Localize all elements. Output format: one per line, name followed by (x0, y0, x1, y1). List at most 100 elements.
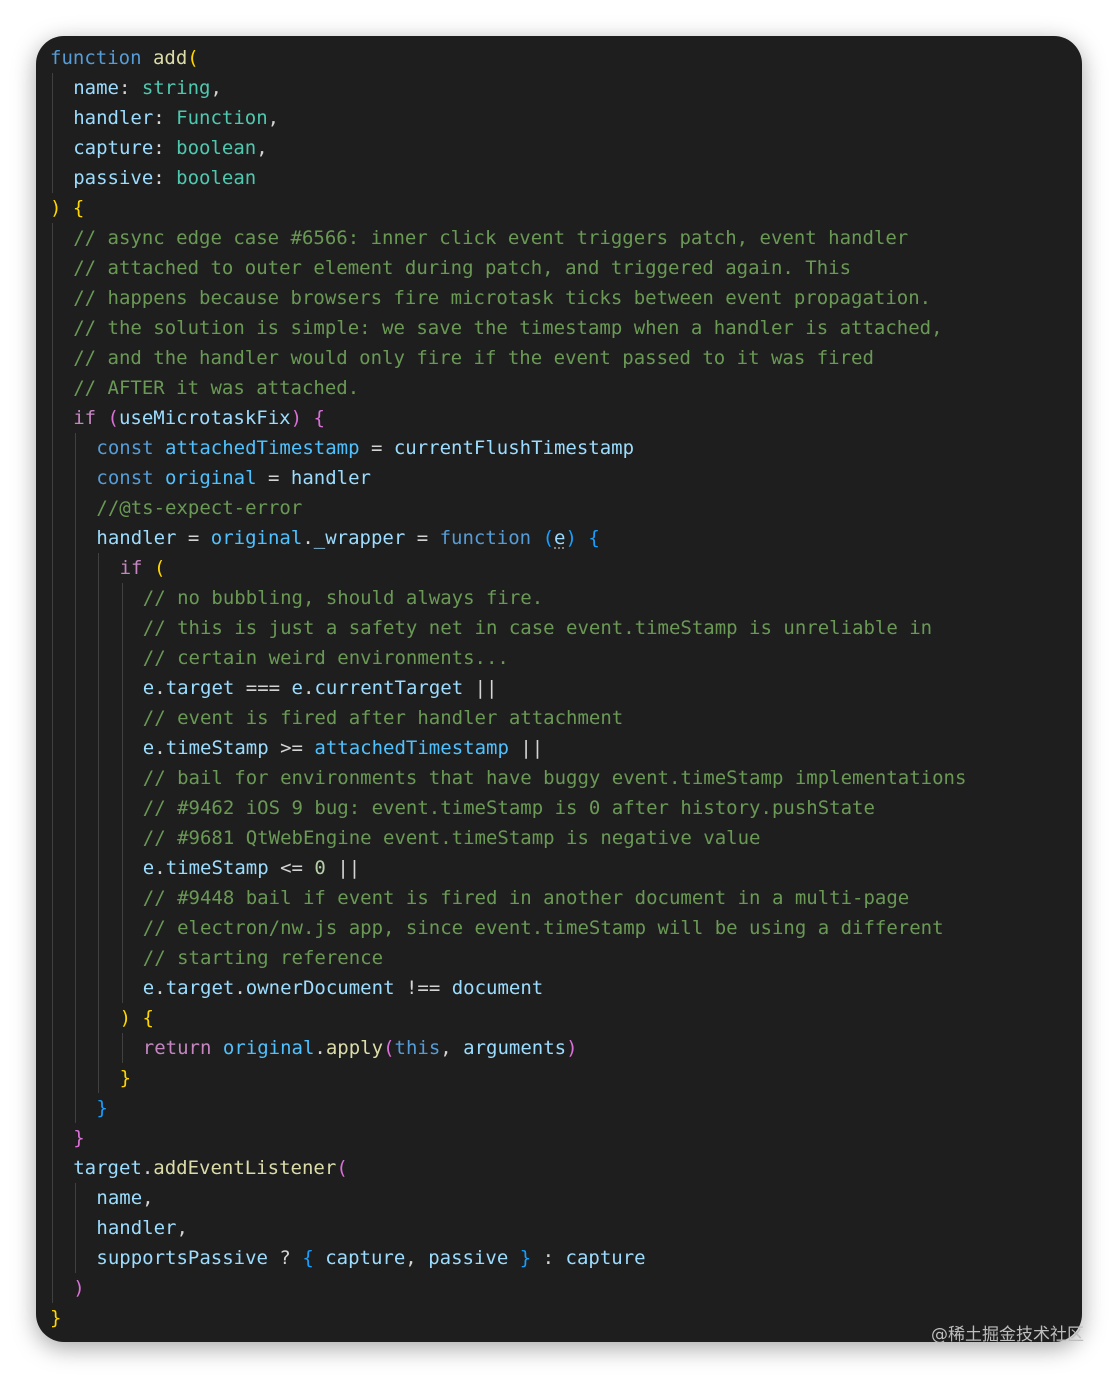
indent-guide (98, 553, 100, 583)
indent-guide (52, 823, 53, 853)
code-token: || (325, 857, 361, 879)
code-line: ) (50, 1273, 1082, 1303)
indent-guide (52, 133, 53, 163)
indent-guide (75, 733, 77, 763)
indent-guide (98, 673, 100, 703)
indent-guide (121, 793, 123, 823)
code-line-content: handler = original._wrapper = function (… (96, 527, 599, 549)
code-token: //@ts-expect-error (96, 497, 303, 519)
code-token: function (439, 527, 532, 549)
indent-guide (52, 1093, 53, 1123)
indent-guide (98, 913, 100, 943)
code-line: supportsPassive ? { capture, passive } :… (50, 1243, 1082, 1273)
code-line-content: // #9462 iOS 9 bug: event.timeStamp is 0… (143, 797, 875, 819)
code-token: || (508, 737, 544, 759)
code-line-content: // bail for environments that have buggy… (143, 767, 967, 789)
code-line: const original = handler (50, 463, 1082, 493)
code-line-content: } (73, 1127, 84, 1149)
code-token: // bail for environments that have buggy… (142, 767, 967, 789)
code-token: ) (50, 197, 62, 219)
code-token: original (165, 467, 257, 489)
indent-guide (75, 913, 77, 943)
code-line: } (50, 1093, 1082, 1123)
indent-guide (75, 883, 77, 913)
indent-guide (75, 1183, 77, 1213)
indent-guide (52, 613, 53, 643)
code-token: : (153, 137, 177, 159)
code-token: apply (325, 1037, 384, 1059)
indent-guide (52, 763, 53, 793)
code-token: 0 (314, 857, 326, 879)
code-token: attachedTimestamp (314, 737, 509, 759)
code-token: { (142, 1007, 154, 1029)
code-token: if (119, 557, 143, 579)
code-line-content: const attachedTimestamp = currentFlushTi… (96, 437, 634, 459)
code-line-content: name: string, (73, 77, 222, 99)
code-token: target (165, 677, 235, 699)
code-line: e.target === e.currentTarget || (50, 673, 1082, 703)
indent-guide (75, 1243, 77, 1273)
code-line: if (useMicrotaskFix) { (50, 403, 1082, 433)
code-token: . (234, 977, 246, 999)
indent-guide (98, 1003, 100, 1033)
code-token: , (267, 107, 280, 129)
code-token: attachedTimestamp (165, 437, 360, 459)
code-line: capture: boolean, (50, 133, 1082, 163)
code-token: e (142, 977, 155, 999)
code-line: // #9462 iOS 9 bug: event.timeStamp is 0… (50, 793, 1082, 823)
code-token: // #9681 QtWebEngine event.timeStamp is … (142, 827, 761, 849)
code-line: handler: Function, (50, 103, 1082, 133)
indent-guide (52, 73, 53, 103)
code-line: const attachedTimestamp = currentFlushTi… (50, 433, 1082, 463)
indent-guide (52, 163, 53, 193)
indent-guide (75, 973, 77, 1003)
code-token: . (154, 677, 166, 699)
code-token: . (141, 1157, 154, 1179)
indent-guide (52, 1153, 53, 1183)
code-token: // #9462 iOS 9 bug: event.timeStamp is 0… (142, 797, 875, 819)
code-line: // #9681 QtWebEngine event.timeStamp is … (50, 823, 1082, 853)
code-token: // and the handler would only fire if th… (73, 347, 874, 369)
indent-guide (52, 253, 53, 283)
indent-guide (121, 883, 123, 913)
code-token: // happens because browsers fire microta… (73, 287, 932, 309)
code-token: boolean (176, 167, 257, 189)
code-line: // the solution is simple: we save the t… (50, 313, 1082, 343)
code-line-content: const original = handler (96, 467, 371, 489)
indent-guide (52, 553, 53, 583)
indent-guide (121, 913, 123, 943)
code-line-content: } (50, 1307, 61, 1329)
code-line-content: //@ts-expect-error (96, 497, 302, 519)
code-line: // #9448 bail if event is fired in anoth… (50, 883, 1082, 913)
code-token: passive (73, 167, 154, 189)
code-line: handler, (50, 1213, 1082, 1243)
watermark: @稀土掘金技术社区 (931, 1325, 1084, 1345)
indent-guide (52, 283, 53, 313)
indent-guide (98, 583, 100, 613)
indent-guide (52, 103, 53, 133)
code-block[interactable]: function add(name: string, handler: Funct… (50, 43, 1082, 1333)
code-line-content: // electron/nw.js app, since event.timeS… (143, 917, 944, 939)
code-token: if (73, 407, 97, 429)
indent-guide (98, 763, 100, 793)
indent-guide (121, 763, 123, 793)
code-token: // starting reference (142, 947, 384, 969)
indent-guide (75, 853, 77, 883)
code-line-content: e.timeStamp >= attachedTimestamp || (143, 737, 543, 759)
code-token: } (119, 1067, 132, 1089)
indent-guide (52, 703, 53, 733)
code-line-content: // async edge case #6566: inner click ev… (73, 227, 908, 249)
code-token: target (165, 977, 235, 999)
code-token: string (141, 77, 211, 99)
indent-guide (52, 793, 53, 823)
code-token: const (96, 467, 154, 489)
code-token: { (313, 407, 325, 429)
code-token: ( (153, 557, 166, 579)
code-token: timeStamp (165, 857, 269, 879)
code-token: = (176, 527, 211, 549)
code-token: name (73, 77, 119, 99)
